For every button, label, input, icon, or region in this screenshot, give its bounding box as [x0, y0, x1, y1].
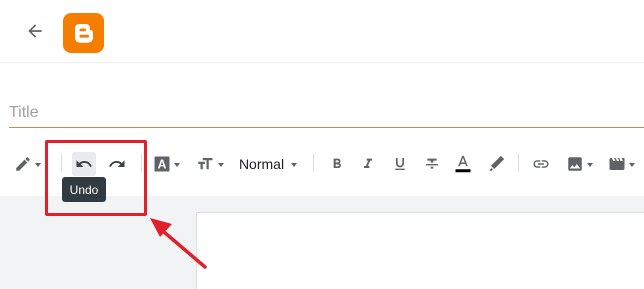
bold-button[interactable]	[326, 146, 348, 182]
text-size-button[interactable]	[192, 146, 226, 182]
underline-icon	[395, 158, 405, 170]
chevron-down-icon	[628, 163, 635, 167]
toolbar-divider	[518, 154, 519, 172]
video-button[interactable]	[604, 146, 638, 182]
chevron-down-icon	[291, 163, 298, 167]
arrow-left-icon	[28, 24, 42, 38]
strikethrough-button[interactable]	[421, 146, 443, 182]
text-size-icon	[197, 158, 212, 170]
text-color-icon	[455, 155, 471, 173]
pencil-icon	[15, 157, 30, 171]
font-icon	[154, 156, 169, 172]
strikethrough-icon	[426, 158, 438, 169]
image-icon	[567, 157, 582, 171]
chevron-down-icon	[586, 163, 593, 167]
italic-icon	[364, 158, 372, 168]
header	[0, 0, 644, 63]
bold-icon	[333, 158, 341, 168]
back-button[interactable]	[22, 18, 48, 44]
paragraph-format-dropdown[interactable]: Normal	[234, 146, 302, 182]
chevron-down-icon	[34, 163, 41, 167]
highlight-button[interactable]	[485, 146, 507, 182]
annotation-highlight-box	[45, 140, 147, 216]
text-color-button[interactable]	[452, 146, 474, 182]
title-field	[9, 100, 644, 128]
link-button[interactable]	[529, 146, 553, 182]
highlight-icon	[489, 155, 505, 171]
italic-button[interactable]	[357, 146, 379, 182]
link-icon	[533, 160, 549, 168]
video-icon	[609, 158, 624, 170]
blogger-editor: Normal	[0, 0, 644, 289]
paragraph-format-label: Normal	[238, 156, 285, 172]
title-input[interactable]	[9, 100, 644, 126]
font-button[interactable]	[150, 146, 182, 182]
chevron-down-icon	[217, 163, 224, 167]
post-body-editor[interactable]	[196, 212, 644, 289]
toolbar-divider	[313, 154, 314, 172]
underline-button[interactable]	[389, 146, 411, 182]
edit-mode-button[interactable]	[10, 146, 44, 182]
image-button[interactable]	[563, 146, 595, 182]
blogger-logo-icon[interactable]	[63, 13, 104, 53]
chevron-down-icon	[173, 163, 180, 167]
